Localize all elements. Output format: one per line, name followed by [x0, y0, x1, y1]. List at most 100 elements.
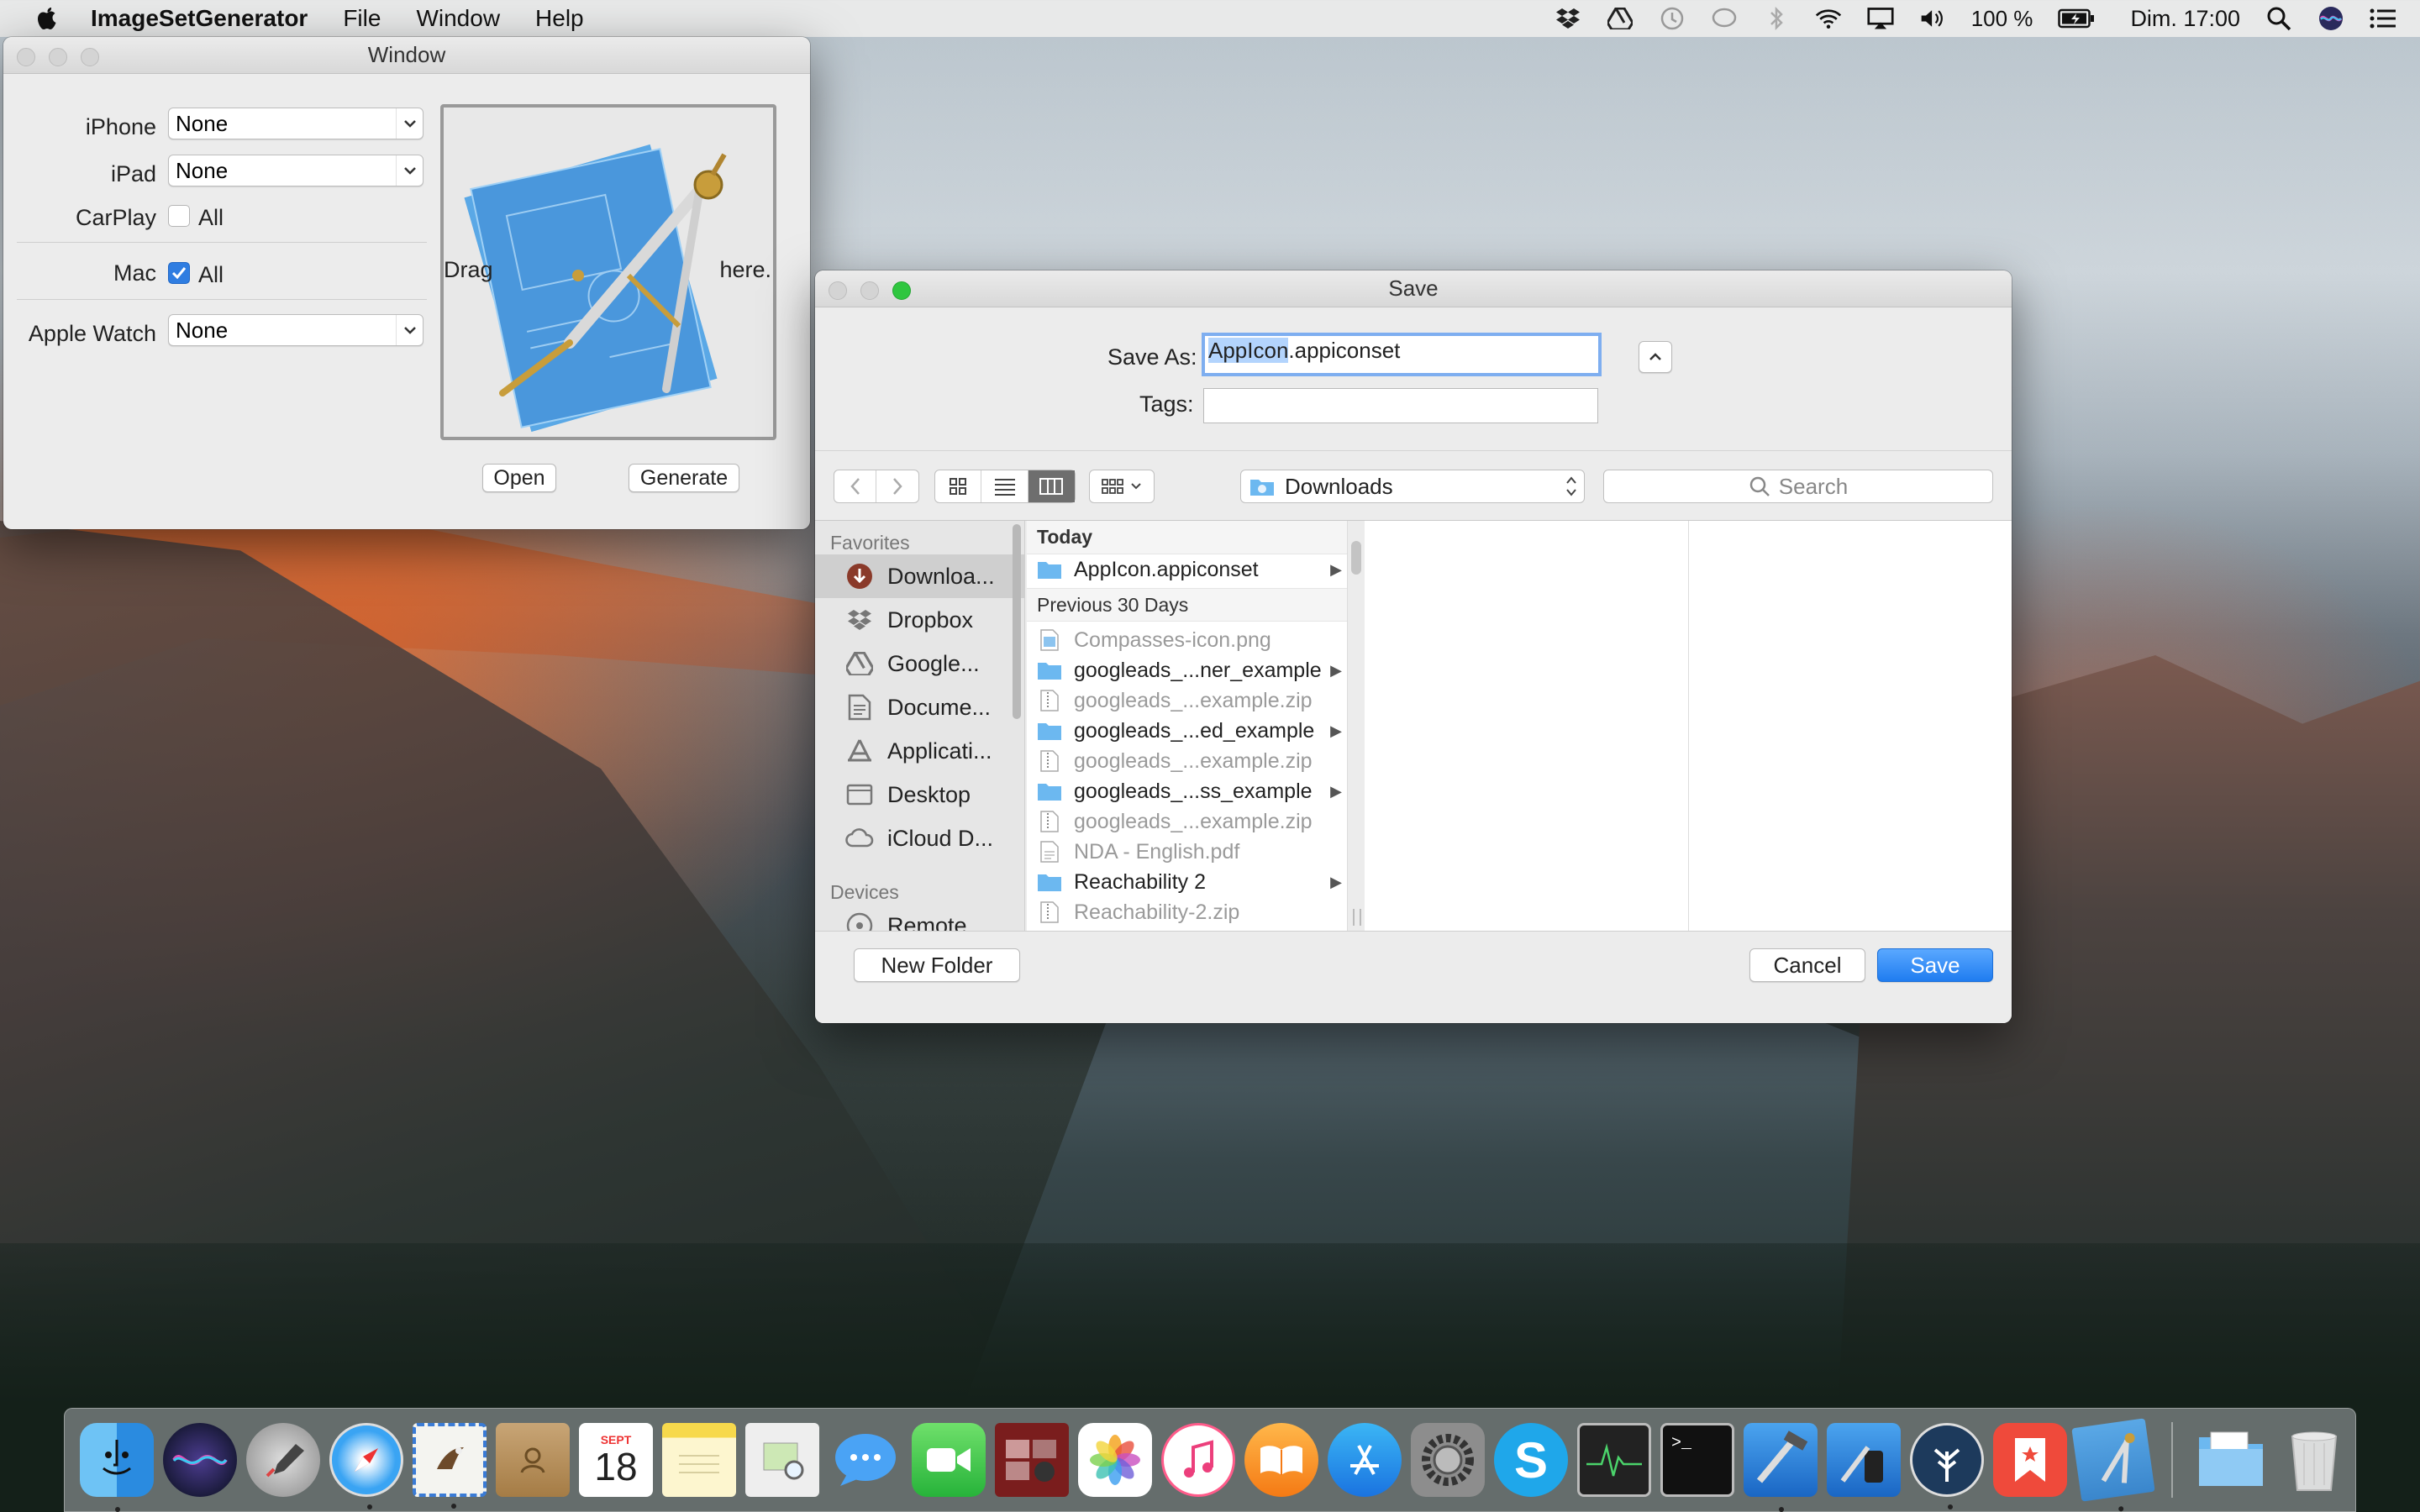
siri-icon[interactable] [163, 1423, 237, 1497]
generate-button[interactable]: Generate [629, 464, 739, 492]
bookmark-icon[interactable] [1993, 1423, 2067, 1497]
sourcetree-icon[interactable] [1910, 1423, 1984, 1509]
battery-percentage[interactable]: 100 % [1971, 6, 2033, 32]
airplay-icon[interactable] [1867, 6, 1894, 31]
volume-icon[interactable] [1919, 6, 1946, 31]
open-button[interactable]: Open [482, 464, 556, 492]
notes-icon[interactable] [662, 1423, 736, 1497]
column-scrollbar[interactable] [1351, 541, 1361, 575]
spotlight-search-icon[interactable] [2265, 6, 2292, 31]
time-machine-icon[interactable] [1659, 6, 1686, 31]
terminal-icon[interactable]: >_ [1660, 1423, 1734, 1497]
apple-menu-icon[interactable] [35, 5, 59, 32]
cloud-icon [845, 824, 874, 853]
expand-dialog-button[interactable] [1639, 341, 1672, 373]
compasses-icon[interactable] [2071, 1418, 2155, 1512]
carplay-all-checkbox[interactable] [168, 205, 190, 227]
menu-help[interactable]: Help [535, 5, 584, 32]
app-store-icon[interactable] [1328, 1423, 1402, 1497]
column-view-button[interactable] [1028, 470, 1076, 502]
launchpad-icon[interactable] [246, 1423, 320, 1497]
sidebar-scrollbar[interactable] [1013, 524, 1021, 719]
iphone-select[interactable]: None [168, 108, 424, 139]
sidebar-item-icloud-drive[interactable]: iCloud D... [815, 816, 1024, 860]
apple-watch-select[interactable]: None [168, 314, 424, 346]
file-row[interactable]: googleads_...ss_example ▶ [1027, 776, 1347, 806]
zoom-button[interactable] [81, 48, 99, 66]
app-window-titlebar[interactable]: Window [3, 37, 810, 74]
sidebar-item-downloads[interactable]: Downloa... [815, 554, 1024, 598]
safari-icon[interactable] [329, 1423, 403, 1509]
siri-menu-icon[interactable] [2317, 6, 2344, 31]
file-row-appicon[interactable]: AppIcon.appiconset ▶ [1027, 554, 1347, 585]
zoom-button[interactable] [892, 281, 911, 300]
file-row[interactable]: NDA - English.pdf [1027, 837, 1347, 867]
downloads-stack-icon[interactable] [2194, 1423, 2268, 1497]
simulator-icon[interactable] [1827, 1423, 1901, 1497]
minimize-button[interactable] [860, 281, 879, 300]
new-folder-button[interactable]: New Folder [854, 948, 1020, 982]
location-popup[interactable]: Downloads [1240, 470, 1585, 503]
trash-icon[interactable] [2277, 1423, 2351, 1497]
save-as-field[interactable]: AppIcon.appiconset [1202, 333, 1602, 376]
save-dialog-titlebar[interactable]: Save [815, 270, 2012, 307]
file-row[interactable]: googleads_...example.zip [1027, 685, 1347, 716]
finder-icon[interactable] [80, 1423, 154, 1512]
wifi-icon[interactable] [1815, 6, 1842, 31]
contacts-icon[interactable] [496, 1423, 570, 1497]
preview-icon[interactable] [745, 1423, 819, 1497]
activity-monitor-icon[interactable] [1577, 1423, 1651, 1497]
battery-icon[interactable] [2058, 6, 2095, 31]
icon-view-button[interactable] [935, 470, 982, 502]
file-row[interactable]: Reachability-2.zip [1027, 897, 1347, 927]
file-row[interactable]: googleads_...example.zip [1027, 746, 1347, 776]
sidebar-item-dropbox[interactable]: Dropbox [815, 598, 1024, 642]
close-button[interactable] [829, 281, 847, 300]
mail-icon[interactable] [413, 1423, 487, 1509]
image-drop-well[interactable]: Drag here. [440, 104, 776, 440]
cancel-button[interactable]: Cancel [1749, 948, 1865, 982]
dropbox-icon[interactable] [1555, 6, 1581, 31]
facetime-icon[interactable] [912, 1423, 986, 1497]
google-drive-icon[interactable] [1607, 6, 1634, 31]
close-button[interactable] [17, 48, 35, 66]
menu-clock[interactable]: Dim. 17:00 [2130, 6, 2240, 32]
sidebar-item-google-drive[interactable]: Google... [815, 642, 1024, 685]
messages-icon[interactable] [829, 1423, 902, 1497]
sidebar-item-applications[interactable]: Applicati... [815, 729, 1024, 773]
sidebar-item-documents[interactable]: Docume... [815, 685, 1024, 729]
calendar-icon[interactable]: SEPT 18 [579, 1423, 653, 1497]
xcode-icon[interactable] [1744, 1423, 1818, 1512]
file-row[interactable]: googleads_...example.zip [1027, 806, 1347, 837]
photo-booth-icon[interactable] [995, 1423, 1069, 1497]
menu-app-name[interactable]: ImageSetGenerator [91, 5, 308, 32]
messages-status-icon[interactable] [1711, 6, 1738, 31]
iphone-select-value: None [176, 111, 229, 136]
file-row[interactable]: Compasses-icon.png [1027, 625, 1347, 655]
sidebar-item-remote-disc[interactable]: Remote... [815, 904, 1024, 931]
file-row[interactable]: Reachability 2 ▶ [1027, 867, 1347, 897]
system-preferences-icon[interactable] [1411, 1423, 1485, 1497]
file-row[interactable]: googleads_...ed_example ▶ [1027, 716, 1347, 746]
save-button[interactable]: Save [1877, 948, 1993, 982]
ipad-select[interactable]: None [168, 155, 424, 186]
minimize-button[interactable] [49, 48, 67, 66]
file-row[interactable]: googleads_...ner_example ▶ [1027, 655, 1347, 685]
group-by-button[interactable] [1089, 470, 1155, 503]
mac-all-checkbox[interactable] [168, 262, 190, 284]
ibooks-icon[interactable] [1244, 1423, 1318, 1497]
skype-icon[interactable]: S [1494, 1423, 1568, 1497]
notification-center-icon[interactable] [2370, 6, 2396, 31]
column-resize-handle[interactable] [1353, 909, 1361, 926]
forward-button[interactable] [876, 470, 918, 502]
list-view-button[interactable] [981, 470, 1028, 502]
photos-icon[interactable] [1078, 1423, 1152, 1497]
bluetooth-icon[interactable] [1763, 6, 1790, 31]
menu-window[interactable]: Window [416, 5, 500, 32]
sidebar-item-desktop[interactable]: Desktop [815, 773, 1024, 816]
back-button[interactable] [834, 470, 877, 502]
tags-field[interactable] [1203, 388, 1598, 423]
menu-file[interactable]: File [343, 5, 381, 32]
itunes-icon[interactable] [1161, 1423, 1235, 1497]
search-field[interactable]: Search [1603, 470, 1993, 503]
